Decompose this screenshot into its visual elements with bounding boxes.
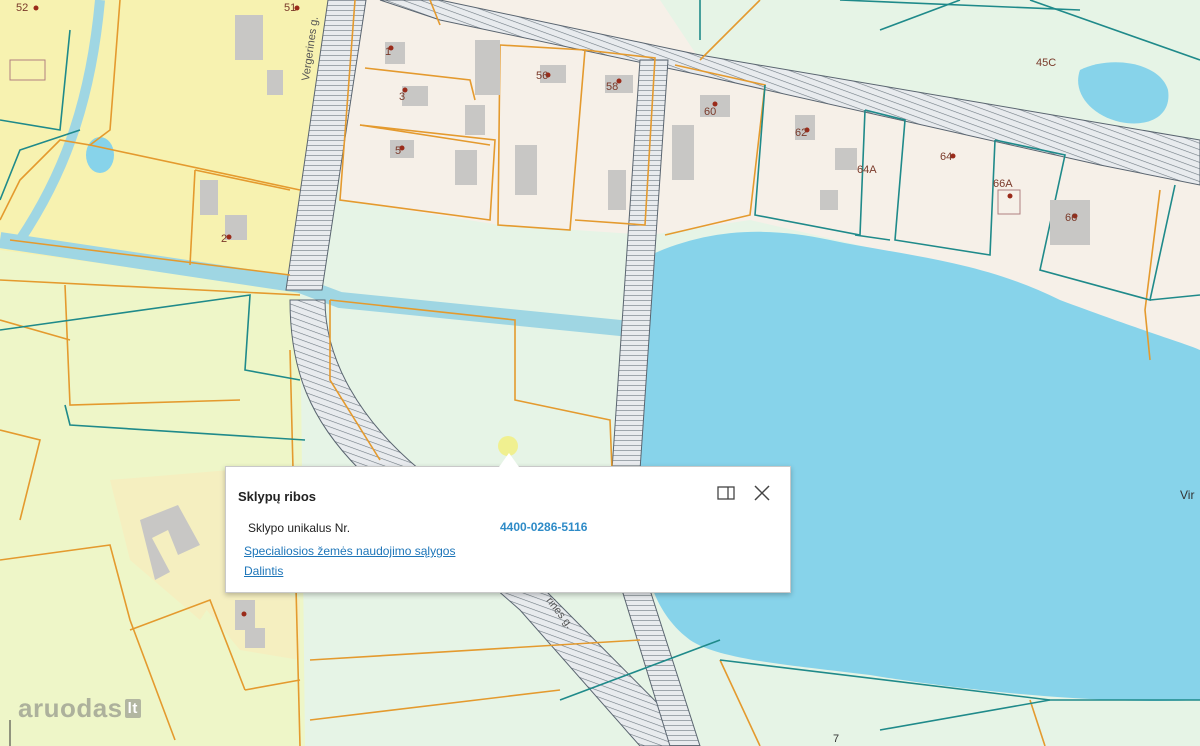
house-number-7: 7 [833,733,840,745]
house-number-56: 56 [536,70,549,82]
house-number-62: 62 [795,127,808,139]
parcel-id-value: 4400-0286-5116 [500,520,588,534]
dock-icon [717,486,735,500]
house-number-58: 58 [606,81,619,93]
parcel-info-popup: Sklypų ribos Sklypo unikalus Nr. 4400-02… [225,453,791,593]
house-number-1: 1 [385,46,392,58]
house-number-60: 60 [704,106,717,118]
dock-button[interactable] [716,483,736,503]
close-button[interactable] [752,483,772,503]
house-number-5: 5 [395,145,402,157]
house-number-45c: 45C [1036,57,1057,69]
house-number-3: 3 [399,91,406,103]
share-link[interactable]: Dalintis [244,564,283,578]
house-number-66: 66 [1065,212,1078,224]
popup-title: Sklypų ribos [238,489,317,504]
watermark-tld: lt [124,699,141,718]
house-number-64a: 64A [857,164,877,176]
special-land-use-link[interactable]: Specialiosios žemės naudojimo sąlygos [244,544,455,558]
house-number-2: 2 [221,233,228,245]
watermark-brand: aruodas [18,693,123,723]
house-number-51: 51 [284,2,297,14]
aruodas-watermark: aruodas lt [18,693,141,724]
close-icon [754,485,770,501]
house-number-66a: 66A [993,178,1013,190]
parcel-id-key: Sklypo unikalus Nr. [248,521,351,535]
house-number-64: 64 [940,151,953,163]
parcel-map[interactable] [0,0,1200,746]
edge-label-vir: Vir [1180,488,1195,502]
house-number-52: 52 [16,2,29,14]
